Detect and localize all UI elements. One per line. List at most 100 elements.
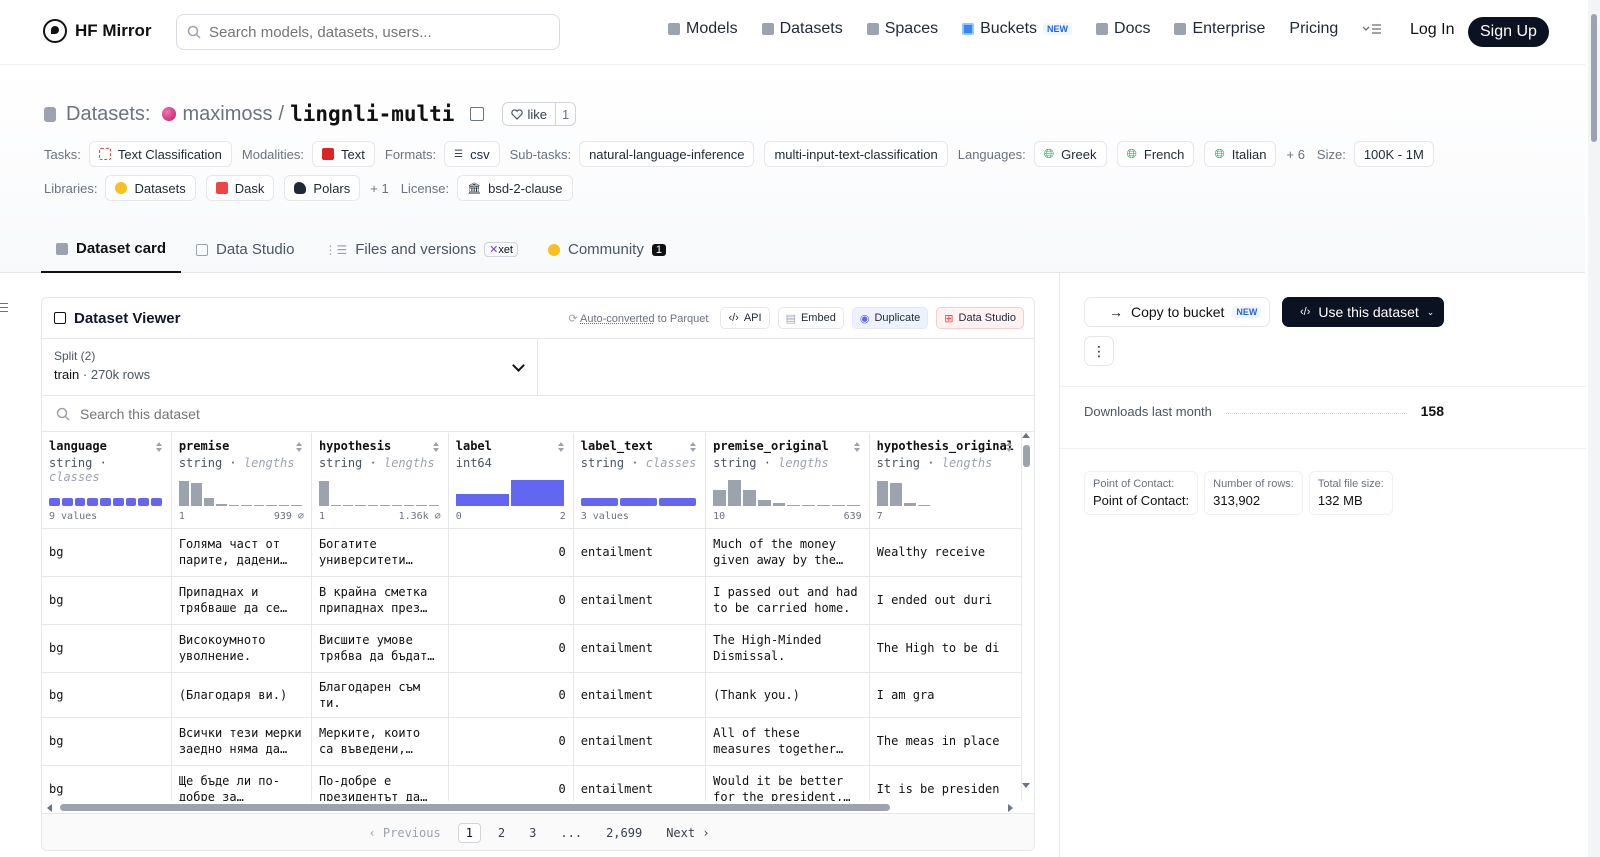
pager-previous[interactable]: ‹ Previous: [361, 824, 447, 842]
table-cell[interactable]: It is be presiden: [869, 765, 1022, 801]
histogram-bar[interactable]: [87, 498, 99, 506]
tag-library[interactable]: Dask: [205, 175, 275, 201]
table-cell[interactable]: I ended out duri: [869, 576, 1022, 625]
scroll-thumb[interactable]: [1023, 445, 1030, 467]
table-cell[interactable]: 0: [448, 528, 574, 577]
api-button[interactable]: ‹/› API: [720, 307, 770, 329]
pager-page[interactable]: 2,699: [599, 824, 649, 842]
sort-icon[interactable]: [853, 442, 861, 452]
table-cell[interactable]: Високоумното уволнение.: [171, 624, 312, 673]
pager-next[interactable]: Next ›: [659, 824, 716, 842]
table-row[interactable]: bg Припаднах и трябваше да се… В крайна см…: [42, 576, 1022, 625]
histogram-bar[interactable]: [343, 504, 354, 506]
table-cell[interactable]: Голяма част от парите, дадени от…: [171, 528, 312, 577]
sort-icon[interactable]: [432, 442, 440, 452]
table-cell[interactable]: entailment: [573, 528, 707, 577]
histogram-bar[interactable]: [428, 505, 439, 506]
table-cell[interactable]: bg: [42, 624, 172, 673]
histogram-bar[interactable]: [455, 494, 509, 506]
table-row[interactable]: bg (Благодаря ви.) Благодарен съм ти. 0 enta…: [42, 672, 1022, 718]
table-cell[interactable]: Благодарен съм ти.: [311, 672, 449, 718]
histogram-bar[interactable]: [100, 498, 111, 506]
column-header[interactable]: premise string · lengths 1 939 ⌀: [171, 433, 312, 529]
tab-dataset-card[interactable]: Dataset card: [41, 226, 182, 273]
table-cell[interactable]: The High-Minded Dismissal.: [705, 624, 870, 673]
duplicate-button[interactable]: ◉ Duplicate: [851, 307, 929, 329]
sidebar-toggle-icon[interactable]: [0, 303, 8, 313]
histogram-bar[interactable]: [61, 498, 73, 506]
histogram-bar[interactable]: [392, 505, 403, 506]
pager-page[interactable]: 1: [457, 822, 481, 843]
global-search-input[interactable]: [209, 23, 529, 41]
tag-format[interactable]: ☰ csv: [444, 141, 500, 167]
histogram-bar[interactable]: [379, 505, 391, 506]
nav-more-menu[interactable]: [1362, 23, 1382, 35]
histogram-bar[interactable]: [876, 481, 889, 506]
table-cell[interactable]: bg: [42, 672, 172, 718]
sort-icon[interactable]: [295, 442, 303, 452]
histogram-bar[interactable]: [742, 490, 756, 506]
table-cell[interactable]: entailment: [573, 576, 707, 625]
histogram-bar[interactable]: [367, 505, 378, 506]
nav-docs[interactable]: Docs: [1096, 20, 1150, 38]
histogram-bar[interactable]: [817, 505, 830, 506]
table-cell[interactable]: bg: [42, 765, 172, 801]
pager-page[interactable]: 3: [522, 824, 543, 842]
table-cell[interactable]: 0: [448, 672, 574, 718]
tab-files[interactable]: ⋮☰ Files and versions ✕xet: [309, 226, 533, 273]
table-cell[interactable]: Wealthy receive: [869, 528, 1022, 577]
histogram-bar[interactable]: [580, 498, 618, 506]
histogram-bar[interactable]: [278, 505, 290, 506]
tag-language[interactable]: 🌐︎ Italian: [1204, 141, 1277, 167]
tag-library[interactable]: Polars: [284, 175, 361, 201]
histogram-bar[interactable]: [831, 505, 845, 506]
histogram-bar[interactable]: [619, 498, 657, 506]
tag-task[interactable]: Text Classification: [88, 141, 232, 167]
page-scroll-thumb[interactable]: [1591, 14, 1597, 142]
histogram-bar[interactable]: [727, 480, 741, 506]
histogram-bar[interactable]: [228, 504, 240, 506]
table-cell[interactable]: Much of the money given away by the…: [705, 528, 870, 577]
nav-pricing[interactable]: Pricing: [1289, 20, 1338, 38]
sort-icon[interactable]: [1006, 442, 1013, 452]
histogram-bar[interactable]: [659, 498, 697, 506]
table-cell[interactable]: bg: [42, 717, 172, 766]
languages-more[interactable]: + 6: [1286, 147, 1304, 162]
histogram-bar[interactable]: [890, 482, 903, 506]
table-cell[interactable]: bg: [42, 528, 172, 577]
tag-modality[interactable]: Text: [312, 141, 375, 167]
histogram-bar[interactable]: [203, 498, 215, 506]
login-link[interactable]: Log In: [1410, 21, 1454, 39]
table-cell[interactable]: entailment: [573, 624, 707, 673]
tag-subtask[interactable]: natural-language-inference: [579, 141, 755, 167]
owner-link[interactable]: maximoss: [182, 103, 272, 126]
histogram-bar[interactable]: [917, 504, 930, 506]
histogram-bar[interactable]: [241, 504, 252, 506]
histogram-bar[interactable]: [713, 490, 726, 506]
table-cell[interactable]: bg: [42, 576, 172, 625]
table-cell[interactable]: По-добре е президентът да…: [311, 765, 449, 801]
libraries-more[interactable]: + 1: [370, 181, 388, 196]
table-cell[interactable]: (Благодаря ви.): [171, 672, 312, 718]
table-cell[interactable]: 0: [448, 576, 574, 625]
histogram-bar[interactable]: [510, 480, 564, 506]
sort-icon[interactable]: [557, 442, 565, 452]
histogram-bar[interactable]: [355, 505, 366, 506]
histogram-bar[interactable]: [49, 498, 60, 506]
table-cell[interactable]: The High to be di: [869, 624, 1022, 673]
histogram-bar[interactable]: [904, 503, 916, 506]
tab-data-studio[interactable]: Data Studio: [181, 226, 309, 273]
copy-icon[interactable]: [470, 107, 485, 121]
table-cell[interactable]: Мерките, които са въведени, биха…: [311, 717, 449, 766]
table-cell[interactable]: 0: [448, 624, 574, 673]
auto-converted-link[interactable]: Auto-converted: [580, 313, 655, 325]
histogram-bar[interactable]: [191, 482, 202, 506]
signup-button[interactable]: Sign Up: [1468, 17, 1549, 47]
histogram-bar[interactable]: [266, 505, 277, 506]
table-cell[interactable]: Всички тези мерки заедно няма да…: [171, 717, 312, 766]
use-this-dataset-button[interactable]: ‹/› Use this dataset ⌄: [1282, 297, 1444, 327]
split-select[interactable]: Split (2) train · 270k rows: [42, 339, 538, 395]
histogram-bar[interactable]: [151, 498, 162, 506]
histogram-bar[interactable]: [112, 498, 124, 506]
table-cell[interactable]: Богатите университети…: [311, 528, 449, 577]
